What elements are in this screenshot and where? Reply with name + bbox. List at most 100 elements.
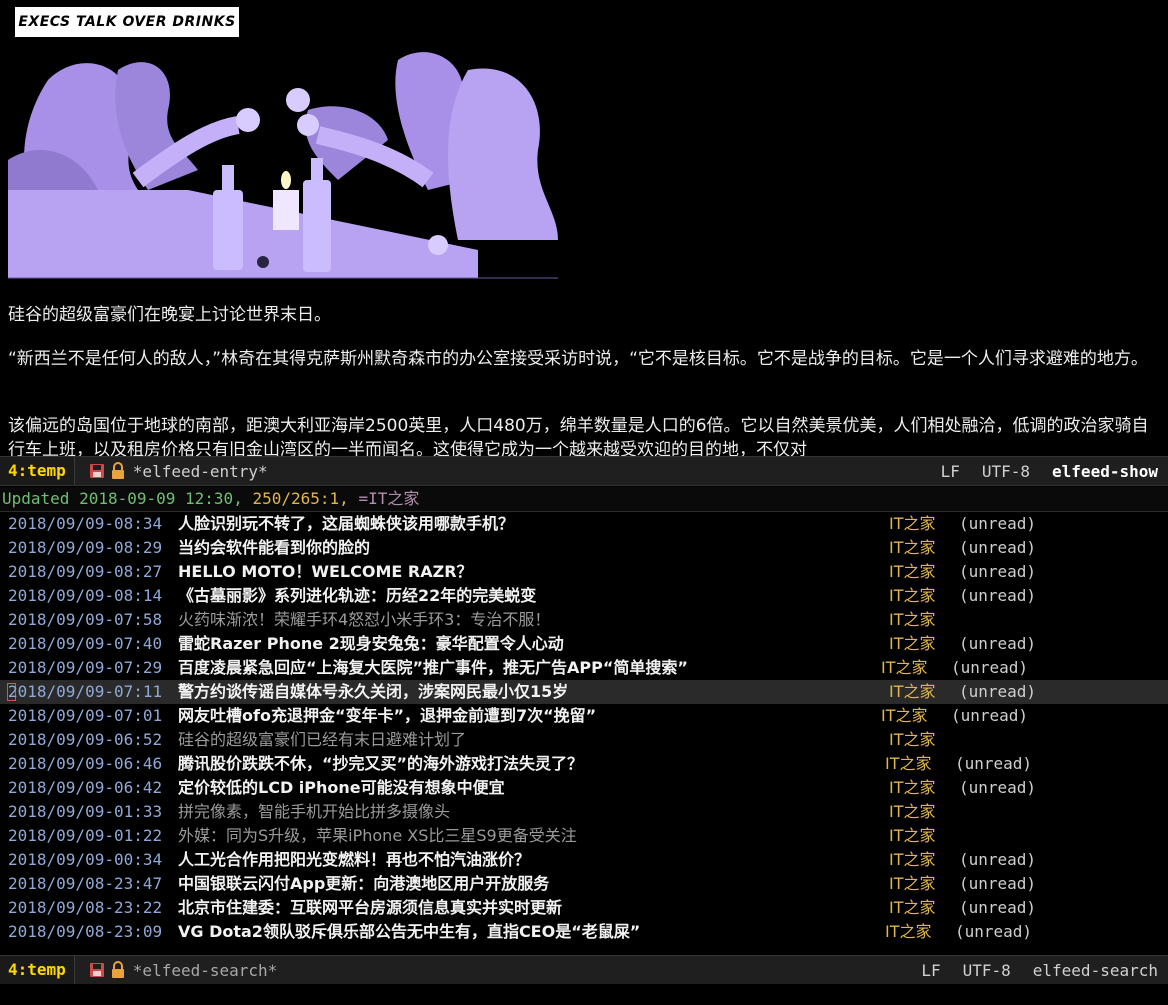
entry-title: 腾讯股价跌跌不休，“抄完又买”的海外游戏打法失灵了？ [178, 754, 584, 773]
entry-date: 2018/09/09-00:34 [8, 850, 163, 869]
list-item[interactable]: 2018/09/09-00:34 人工光合作用把阳光变燃料！再也不怕汽油涨价？ … [0, 848, 1168, 872]
entry-tag: (unread) [959, 634, 1037, 653]
entry-date: 2018/09/09-07:40 [8, 634, 163, 653]
entry-feed: IT之家 [889, 730, 936, 749]
list-item[interactable]: 2018/09/09-01:22 外媒：同为S升级，苹果iPhone XS比三星… [0, 824, 1168, 848]
entry-title: 定价较低的LCD iPhone可能没有想象中便宜 [178, 778, 505, 797]
mode-line-search[interactable]: 4:temp *elfeed-search* LF UTF-8 elfeed-s… [0, 955, 1168, 985]
updated-status: Updated 2018-09-09 12:30, [2, 489, 243, 508]
entry-tag: (unread) [959, 898, 1037, 917]
search-filter: =IT之家 [358, 489, 420, 508]
entry-tag: (unread) [959, 850, 1037, 869]
entry-feed: IT之家 [889, 634, 936, 653]
entry-tag: (unread) [959, 514, 1037, 533]
entry-date: 2018/09/09-07:11 [8, 682, 163, 701]
entry-tag: (unread) [959, 586, 1037, 605]
list-item[interactable]: 2018/09/08-23:47 中国银联云闪付App更新：向港澳地区用户开放服… [0, 872, 1168, 896]
entry-date: 2018/09/09-06:46 [8, 754, 163, 773]
entry-title: HELLO MOTO！WELCOME RAZR？ [178, 562, 473, 581]
entry-feed: IT之家 [885, 922, 932, 941]
entry-pane[interactable]: EXECS TALK OVER DRINKS 硅谷的超级富豪们在晚宴上讨论世界末… [0, 0, 1168, 456]
list-item[interactable]: 2018/09/09-08:27 HELLO MOTO！WELCOME RAZR… [0, 560, 1168, 584]
entry-date: 2018/09/09-06:42 [8, 778, 163, 797]
entry-tag: (unread) [959, 682, 1037, 701]
entry-title: 外媒：同为S升级，苹果iPhone XS比三星S9更备受关注 [178, 826, 577, 845]
entry-feed: IT之家 [889, 874, 936, 893]
entry-feed: IT之家 [889, 562, 936, 581]
list-item[interactable]: 2018/09/09-01:33 拼完像素，智能手机开始比拼多摄像头 IT之家 [0, 800, 1168, 824]
list-item[interactable]: 2018/09/08-23:09 VG Dota2领队驳斥俱乐部公告无中生有，直… [0, 920, 1168, 944]
entry-date: 2018/09/09-01:22 [8, 826, 163, 845]
list-item[interactable]: 2018/09/09-06:52 硅谷的超级富豪们已经有末日避难计划了 IT之家 [0, 728, 1168, 752]
entry-date: 2018/09/09-07:58 [8, 610, 163, 629]
major-mode[interactable]: elfeed-search [1033, 961, 1158, 980]
entry-date: 2018/09/08-23:09 [8, 922, 163, 941]
entry-feed: IT之家 [889, 802, 936, 821]
entry-date: 2018/09/09-07:29 [8, 658, 163, 677]
entry-title: 当约会软件能看到你的脸的 [178, 538, 371, 557]
major-mode[interactable]: elfeed-show [1052, 462, 1158, 481]
entry-feed: IT之家 [889, 778, 936, 797]
entry-date: 2018/09/09-08:27 [8, 562, 163, 581]
entry-title: 硅谷的超级富豪们已经有末日避难计划了 [178, 730, 467, 749]
lock-icon[interactable] [111, 961, 125, 979]
entry-date: 2018/09/08-23:22 [8, 898, 163, 917]
list-item[interactable]: 2018/09/09-07:58 火药味渐浓！荣耀手环4怒怼小米手环3：专治不服… [0, 608, 1168, 632]
entry-title: 北京市住建委：互联网平台房源须信息真实并实时更新 [178, 898, 563, 917]
list-item[interactable]: 2018/09/09-06:46 腾讯股价跌跌不休，“抄完又买”的海外游戏打法失… [0, 752, 1168, 776]
entry-feed: IT之家 [889, 850, 936, 869]
list-item[interactable]: 2018/09/09-06:42 定价较低的LCD iPhone可能没有想象中便… [0, 776, 1168, 800]
list-item[interactable]: 2018/09/09-07:40 雷蛇Razer Phone 2现身安兔兔：豪华… [0, 632, 1168, 656]
entry-title: 中国银联云闪付App更新：向港澳地区用户开放服务 [178, 874, 550, 893]
entry-paragraph: 硅谷的超级富豪们在晚宴上讨论世界末日。 [8, 305, 331, 325]
entry-feed: IT之家 [889, 826, 936, 845]
minibuffer[interactable] [0, 984, 1168, 1005]
entry-date: 2018/09/09-06:52 [8, 730, 163, 749]
entry-feed: IT之家 [889, 898, 936, 917]
window-number: 4:temp [0, 956, 75, 984]
entry-feed: IT之家 [885, 754, 932, 773]
entry-paragraph: “新西兰不是任何人的敌人，”林奇在其得克萨斯州默奇森市的办公室接受采访时说，“它… [8, 349, 1148, 369]
entry-date: 2018/09/09-08:29 [8, 538, 163, 557]
entry-tag: (unread) [951, 658, 1029, 677]
entry-title: 《古墓丽影》系列进化轨迹：历经22年的完美蜕变 [178, 586, 537, 605]
entry-tag: (unread) [955, 754, 1033, 773]
entry-title: 雷蛇Razer Phone 2现身安兔兔：豪华配置令人心动 [178, 634, 564, 653]
buffer-name: *elfeed-entry* [132, 461, 268, 481]
entry-title: 警方约谈传谣自媒体号永久关闭，涉案网民最小仅15岁 [178, 682, 569, 701]
entry-list[interactable]: 2018/09/09-08:34 人脸识别玩不转了，这届蜘蛛侠该用哪款手机？ I… [0, 512, 1168, 956]
search-header-line: Updated 2018-09-09 12:30, 250/265:1, =IT… [0, 487, 1168, 512]
entry-count: 250/265:1, [252, 489, 349, 508]
entry-title: 人脸识别玩不转了，这届蜘蛛侠该用哪款手机？ [178, 514, 515, 533]
entry-title: 百度凌晨紧急回应“上海复大医院”推广事件，推无广告APP“简单搜索” [178, 658, 688, 677]
entry-date: 2018/09/09-01:33 [8, 802, 163, 821]
entry-date: 2018/09/08-23:47 [8, 874, 163, 893]
buffer-name: *elfeed-search* [132, 960, 278, 980]
comic-illustration [8, 40, 558, 280]
list-item[interactable]: 2018/09/09-08:14 《古墓丽影》系列进化轨迹：历经22年的完美蜕变… [0, 584, 1168, 608]
entry-date: 2018/09/09-07:01 [8, 706, 163, 725]
eol-indicator[interactable]: LF [921, 961, 940, 980]
list-item-selected[interactable]: 2018/09/09-07:11 警方约谈传谣自媒体号永久关闭，涉案网民最小仅1… [0, 680, 1168, 704]
entry-feed: IT之家 [881, 658, 928, 677]
entry-feed: IT之家 [889, 538, 936, 557]
list-item[interactable]: 2018/09/09-08:34 人脸识别玩不转了，这届蜘蛛侠该用哪款手机？ I… [0, 512, 1168, 536]
entry-feed: IT之家 [889, 514, 936, 533]
save-icon[interactable] [89, 962, 105, 978]
entry-feed: IT之家 [889, 682, 936, 701]
encoding-indicator[interactable]: UTF-8 [963, 961, 1011, 980]
list-item[interactable]: 2018/09/09-08:29 当约会软件能看到你的脸的 IT之家 (unre… [0, 536, 1168, 560]
encoding-indicator[interactable]: UTF-8 [982, 462, 1030, 481]
entry-feed: IT之家 [889, 610, 936, 629]
list-item[interactable]: 2018/09/09-07:01 网友吐槽ofo充退押金“变年卡”，退押金前遭到… [0, 704, 1168, 728]
entry-title: 网友吐槽ofo充退押金“变年卡”，退押金前遭到7次“挽留” [178, 706, 597, 725]
save-icon[interactable] [89, 463, 105, 479]
lock-icon[interactable] [111, 462, 125, 480]
entry-paragraph: 该偏远的岛国位于地球的南部，距澳大利亚海岸2500英里，人口480万，绵羊数量是… [8, 416, 1149, 456]
eol-indicator[interactable]: LF [941, 462, 960, 481]
list-item[interactable]: 2018/09/09-07:29 百度凌晨紧急回应“上海复大医院”推广事件，推无… [0, 656, 1168, 680]
list-item[interactable]: 2018/09/08-23:22 北京市住建委：互联网平台房源须信息真实并实时更… [0, 896, 1168, 920]
entry-title: 人工光合作用把阳光变燃料！再也不怕汽油涨价？ [178, 850, 531, 869]
entry-feed: IT之家 [889, 586, 936, 605]
mode-line-entry[interactable]: 4:temp *elfeed-entry* LF UTF-8 elfeed-sh… [0, 456, 1168, 486]
